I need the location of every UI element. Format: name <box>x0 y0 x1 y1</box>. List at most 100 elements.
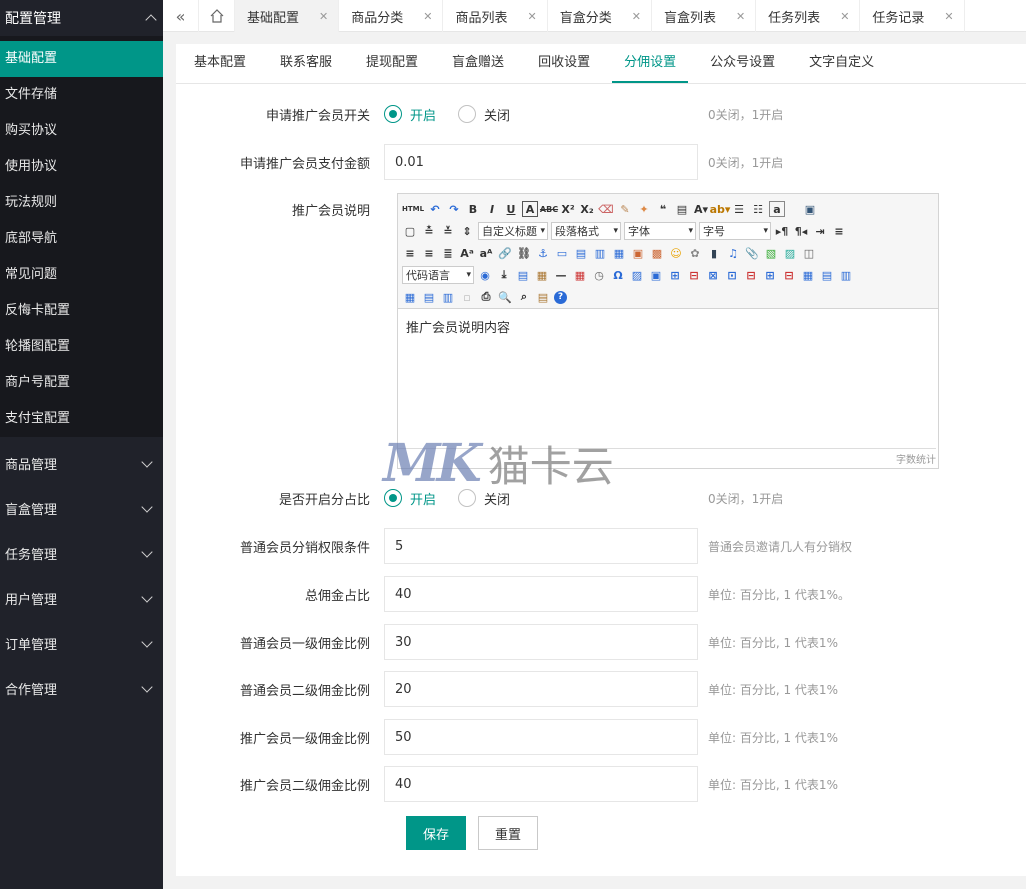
insert-row-icon[interactable]: ⊡ <box>724 267 740 283</box>
unlink-icon[interactable]: ⛓ <box>516 245 532 261</box>
horizontal-rule-icon[interactable]: — <box>553 267 569 283</box>
insert-frame-icon[interactable]: ◫ <box>801 245 817 261</box>
delete-row-icon[interactable]: ⊟ <box>743 267 759 283</box>
heading-select[interactable]: 自定义标题 <box>478 222 548 240</box>
sidebar-item-storage[interactable]: 文件存储 <box>0 77 163 113</box>
anchor-icon[interactable]: ⚓ <box>535 245 551 261</box>
line-height-icon[interactable]: ⇕ <box>459 223 475 239</box>
sidebar-group-tasks[interactable]: 任务管理 <box>0 531 163 576</box>
split-cols-icon[interactable]: ▥ <box>440 289 456 305</box>
touppercase-icon[interactable]: Aᵃ <box>459 245 475 261</box>
subtab-custom-text[interactable]: 文字自定义 <box>797 44 886 83</box>
tab-goods-list[interactable]: 商品列表 ✕ <box>443 0 548 32</box>
paragraph-select[interactable]: 段落格式 <box>551 222 621 240</box>
image-right-icon[interactable]: ▥ <box>592 245 608 261</box>
merge-down-icon[interactable]: ▥ <box>838 267 854 283</box>
total-commission-input[interactable]: 40 <box>384 576 698 612</box>
page-break-icon[interactable]: ⤓ <box>496 267 512 283</box>
wordimage-icon[interactable]: ▨ <box>629 267 645 283</box>
normal-level1-input[interactable]: 30 <box>384 624 698 660</box>
scrawl-icon[interactable]: ✿ <box>687 245 703 261</box>
reset-button[interactable]: 重置 <box>478 816 538 850</box>
help-icon[interactable]: ? <box>554 290 567 304</box>
justify-full-icon[interactable]: ≣ <box>440 245 456 261</box>
link-icon[interactable]: 🔗 <box>497 245 513 261</box>
subtab-withdraw[interactable]: 提现配置 <box>354 44 430 83</box>
select-all-icon[interactable]: a <box>769 201 785 217</box>
subtab-commission[interactable]: 分佣设置 <box>612 44 689 83</box>
rtl-icon[interactable]: ¶◂ <box>793 223 809 239</box>
strikethrough-icon[interactable]: ABC <box>540 201 558 217</box>
sidebar-item-alipay[interactable]: 支付宝配置 <box>0 401 163 437</box>
delete-col-icon[interactable]: ⊟ <box>781 267 797 283</box>
ordered-list-icon[interactable]: ☰ <box>731 201 747 217</box>
tab-blindbox-list[interactable]: 盲盒列表 ✕ <box>652 0 757 32</box>
split-cells-icon[interactable]: ▦ <box>402 289 418 305</box>
drafts-icon[interactable]: ▤ <box>535 289 551 305</box>
sidebar-group-cooperation[interactable]: 合作管理 <box>0 666 163 711</box>
row-spacing-top-icon[interactable]: ≛ <box>421 223 437 239</box>
ltr-icon[interactable]: ▸¶ <box>774 223 790 239</box>
time-icon[interactable]: ◷ <box>591 267 607 283</box>
music-icon[interactable]: ♫ <box>725 245 741 261</box>
print-icon[interactable]: ⎙ <box>478 289 494 305</box>
subtab-customer-service[interactable]: 联系客服 <box>268 44 344 83</box>
image-left-icon[interactable]: ▤ <box>573 245 589 261</box>
justify-center-icon[interactable]: ≡ <box>402 245 418 261</box>
sidebar-group-orders[interactable]: 订单管理 <box>0 621 163 666</box>
radio-off[interactable]: 关闭 <box>458 105 510 124</box>
insert-table-icon[interactable]: ⊞ <box>667 267 683 283</box>
normal-level2-input[interactable]: 20 <box>384 671 698 707</box>
clear-doc-icon[interactable]: ▢ <box>402 223 418 239</box>
sidebar-group-blindbox[interactable]: 盲盒管理 <box>0 486 163 531</box>
promoter-level2-input[interactable]: 40 <box>384 766 698 802</box>
multi-image-icon[interactable]: ▩ <box>649 245 665 261</box>
font-size-select[interactable]: 字号 <box>699 222 771 240</box>
video-icon[interactable]: ▮ <box>706 245 722 261</box>
close-icon[interactable]: ✕ <box>319 10 328 23</box>
sidebar-group-goods[interactable]: 商品管理 <box>0 441 163 486</box>
delete-table-icon[interactable]: ⊟ <box>686 267 702 283</box>
font-color-icon[interactable]: A▾ <box>693 201 709 217</box>
redo-icon[interactable]: ↷ <box>446 201 462 217</box>
apply-amount-input[interactable]: 0.01 <box>384 144 698 180</box>
search-replace-icon[interactable]: ⌕ <box>516 289 532 305</box>
map-icon[interactable]: ▧ <box>763 245 779 261</box>
close-icon[interactable]: ✕ <box>632 10 641 23</box>
subtab-official-account[interactable]: 公众号设置 <box>698 44 787 83</box>
format-brush-icon[interactable]: ✎ <box>617 201 633 217</box>
superscript-icon[interactable]: X² <box>560 201 576 217</box>
justify-left-icon[interactable]: ≡ <box>831 223 847 239</box>
eraser-icon[interactable]: ⌫ <box>598 201 614 217</box>
rich-text-editor[interactable]: HTML ↶ ↷ B I U A ABC X² X₂ ⌫ ✎ ✦ ❝ ▤ A▾ … <box>397 193 939 469</box>
home-button[interactable] <box>199 0 235 32</box>
sidebar-item-rules[interactable]: 玩法规则 <box>0 185 163 221</box>
merge-cells-icon[interactable]: ▦ <box>800 267 816 283</box>
insert-col-icon[interactable]: ⊞ <box>762 267 778 283</box>
sidebar-item-bottom-nav[interactable]: 底部导航 <box>0 221 163 257</box>
code-language-select[interactable]: 代码语言 <box>402 266 474 284</box>
tab-blindbox-category[interactable]: 盲盒分类 ✕ <box>548 0 652 32</box>
tab-goods-category[interactable]: 商品分类 ✕ <box>339 0 444 32</box>
emotion-icon[interactable]: ☺ <box>668 245 684 261</box>
close-icon[interactable]: ✕ <box>840 10 849 23</box>
promoter-level1-input[interactable]: 50 <box>384 719 698 755</box>
radio-on[interactable]: 开启 <box>384 105 436 124</box>
collapse-button[interactable]: « <box>163 0 199 32</box>
sidebar-item-purchase-agreement[interactable]: 购买协议 <box>0 113 163 149</box>
sidebar-item-carousel[interactable]: 轮播图配置 <box>0 329 163 365</box>
tab-task-list[interactable]: 任务列表 ✕ <box>756 0 861 32</box>
merge-right-icon[interactable]: ▤ <box>819 267 835 283</box>
snapscreen-icon[interactable]: ▣ <box>648 267 664 283</box>
subscript-icon[interactable]: X₂ <box>579 201 595 217</box>
underline-icon[interactable]: U <box>503 201 519 217</box>
bg-color-icon[interactable]: ab▾ <box>710 201 731 217</box>
undo-icon[interactable]: ↶ <box>427 201 443 217</box>
sidebar-item-basic[interactable]: 基础配置 <box>0 41 163 77</box>
quote-icon[interactable]: ❝ <box>655 201 671 217</box>
tab-task-records[interactable]: 任务记录 ✕ <box>860 0 965 32</box>
sidebar-item-faq[interactable]: 常见问题 <box>0 257 163 293</box>
editor-content[interactable]: 推广会员说明内容 <box>398 309 938 344</box>
split-rows-icon[interactable]: ▤ <box>421 289 437 305</box>
subtab-recycle[interactable]: 回收设置 <box>526 44 602 83</box>
